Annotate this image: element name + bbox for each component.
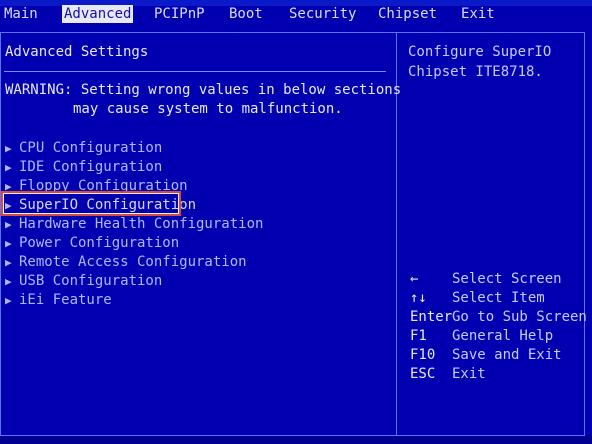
enter-key: Enter — [410, 309, 453, 325]
menu-item-label: CPU Configuration — [19, 140, 163, 156]
key-hint-action: Save and Exit — [452, 347, 562, 363]
bios-screen: Main Advanced PCIPnP Boot Security Chips… — [0, 0, 592, 444]
menu-tab-pcipnp[interactable]: PCIPnP — [154, 5, 205, 23]
help-description: Configure SuperIO — [408, 44, 552, 60]
key-hint-action: Select Screen — [452, 271, 562, 287]
key-hint-exit: ESC Exit — [410, 365, 486, 383]
menu-tab-security[interactable]: Security — [289, 5, 356, 23]
warning-text-continued: may cause system to malfunction. — [73, 101, 343, 117]
menu-tab-chipset[interactable]: Chipset — [378, 5, 437, 23]
f10-key: F10 — [410, 347, 436, 363]
key-hint-action: Go to Sub Screen — [452, 309, 587, 325]
triangle-right-icon: ▶ — [5, 256, 12, 269]
menu-item-cpu-configuration[interactable]: ▶ CPU Configuration — [5, 139, 162, 157]
esc-key: ESC — [410, 366, 436, 382]
triangle-right-icon: ▶ — [5, 275, 12, 288]
key-hint-action: General Help — [452, 328, 554, 344]
menu-item-ide-configuration[interactable]: ▶ IDE Configuration — [5, 158, 162, 176]
menu-item-label: USB Configuration — [19, 273, 163, 289]
menu-item-remote-access-configuration[interactable]: ▶ Remote Access Configuration — [5, 253, 247, 271]
menu-item-label: IDE Configuration — [19, 159, 163, 175]
menu-item-hardware-health-configuration[interactable]: ▶ Hardware Health Configuration — [5, 215, 263, 233]
triangle-right-icon: ▶ — [5, 218, 12, 231]
menu-bar: Main Advanced PCIPnP Boot Security Chips… — [0, 2, 592, 24]
key-hint-action: Exit — [452, 366, 486, 382]
key-hint-sub-screen: EnterGo to Sub Screen — [410, 308, 587, 326]
page-title: Advanced Settings — [5, 44, 149, 60]
f1-key: F1 — [410, 328, 427, 344]
key-hint-select-item: ↑↓ Select Item — [410, 289, 545, 307]
menu-tab-main[interactable]: Main — [4, 5, 38, 23]
key-hint-action: Select Item — [452, 290, 545, 306]
key-hint-save-exit: F10 Save and Exit — [410, 346, 562, 364]
triangle-right-icon: ▶ — [5, 161, 12, 174]
arrow-up-down-key-icon: ↑↓ — [410, 290, 427, 306]
help-description-continued: Chipset ITE8718. — [408, 64, 543, 80]
key-hint-general-help: F1 General Help — [410, 327, 553, 345]
menu-item-iei-feature[interactable]: ▶ iEi Feature — [5, 291, 112, 309]
warning-text: WARNING: Setting wrong values in below s… — [5, 82, 402, 98]
bottom-edge — [0, 436, 592, 444]
menu-item-power-configuration[interactable]: ▶ Power Configuration — [5, 234, 179, 252]
triangle-right-icon: ▶ — [5, 294, 12, 307]
menu-item-usb-configuration[interactable]: ▶ USB Configuration — [5, 272, 162, 290]
triangle-right-icon: ▶ — [5, 142, 12, 155]
triangle-right-icon: ▶ — [5, 237, 12, 250]
menu-item-label: Remote Access Configuration — [19, 254, 247, 270]
menu-tab-advanced[interactable]: Advanced — [62, 5, 134, 23]
arrow-left-key-icon: ← — [410, 271, 419, 287]
menu-item-label: iEi Feature — [19, 292, 112, 308]
selection-highlight-box — [1, 191, 181, 216]
title-divider — [4, 71, 386, 72]
menu-tab-boot[interactable]: Boot — [229, 5, 263, 23]
menu-tab-exit[interactable]: Exit — [461, 5, 495, 23]
menu-item-label: Power Configuration — [19, 235, 180, 251]
menu-item-label: Hardware Health Configuration — [19, 216, 264, 232]
key-hint-select-screen: ← Select Screen — [410, 270, 562, 288]
